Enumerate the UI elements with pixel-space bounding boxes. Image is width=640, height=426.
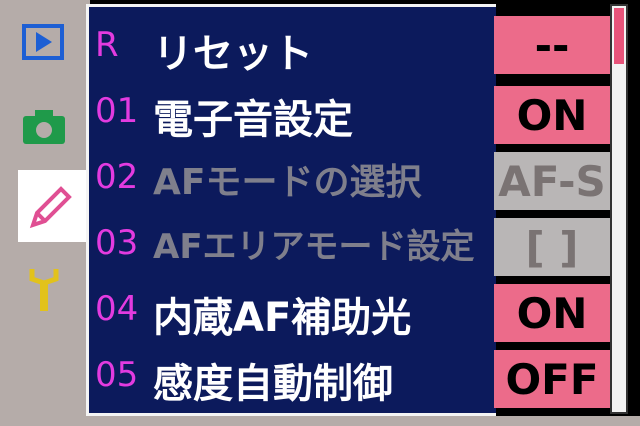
menu-row-beep[interactable]: 01 電子音設定 <box>89 79 499 143</box>
playback-icon <box>22 24 64 60</box>
row-number: 02 <box>95 157 139 197</box>
row-number: 05 <box>95 355 139 395</box>
menu-tabs <box>0 0 90 426</box>
menu-row-af-area-mode: 03 AFエリアモード設定 <box>89 211 499 273</box>
tab-custom[interactable] <box>20 178 80 234</box>
tab-setup[interactable] <box>14 262 74 318</box>
row-label: AFモードの選択 <box>153 162 422 203</box>
row-number: 04 <box>95 289 139 329</box>
wrench-icon <box>29 269 59 311</box>
menu-row-af-assist[interactable]: 04 内蔵AF補助光 <box>89 277 499 341</box>
value-af-area-mode: [ ] <box>494 218 610 276</box>
value-af-assist[interactable]: ON <box>494 284 610 342</box>
value-beep[interactable]: ON <box>494 86 610 144</box>
tab-playback[interactable] <box>14 14 74 70</box>
value-iso-auto[interactable]: OFF <box>494 350 610 408</box>
scrollbar[interactable] <box>610 4 628 414</box>
row-label: 電子音設定 <box>153 97 353 143</box>
tab-shooting[interactable] <box>14 98 74 154</box>
camera-icon <box>23 110 65 144</box>
row-label: AFエリアモード設定 <box>153 227 475 267</box>
row-number: 03 <box>95 223 139 263</box>
pencil-icon <box>29 186 72 229</box>
menu-row-af-mode: 02 AFモードの選択 <box>89 145 499 207</box>
values-column: -- ON AF-S [ ] ON OFF <box>494 4 610 416</box>
menu-row-iso-auto[interactable]: 05 感度自動制御 <box>89 343 499 407</box>
row-number: R <box>95 25 119 65</box>
value-reset[interactable]: -- <box>494 16 610 74</box>
row-label: リセット <box>153 31 313 77</box>
bottom-frame <box>0 416 640 426</box>
scrollbar-thumb[interactable] <box>614 8 624 64</box>
row-number: 01 <box>95 91 139 131</box>
menu-row-reset[interactable]: R リセット <box>89 13 499 77</box>
row-label: 感度自動制御 <box>153 361 393 407</box>
custom-settings-menu: R リセット 01 電子音設定 02 AFモードの選択 03 AFエリアモード設… <box>86 4 496 416</box>
value-af-mode: AF-S <box>494 152 610 210</box>
row-label: 内蔵AF補助光 <box>153 295 412 341</box>
